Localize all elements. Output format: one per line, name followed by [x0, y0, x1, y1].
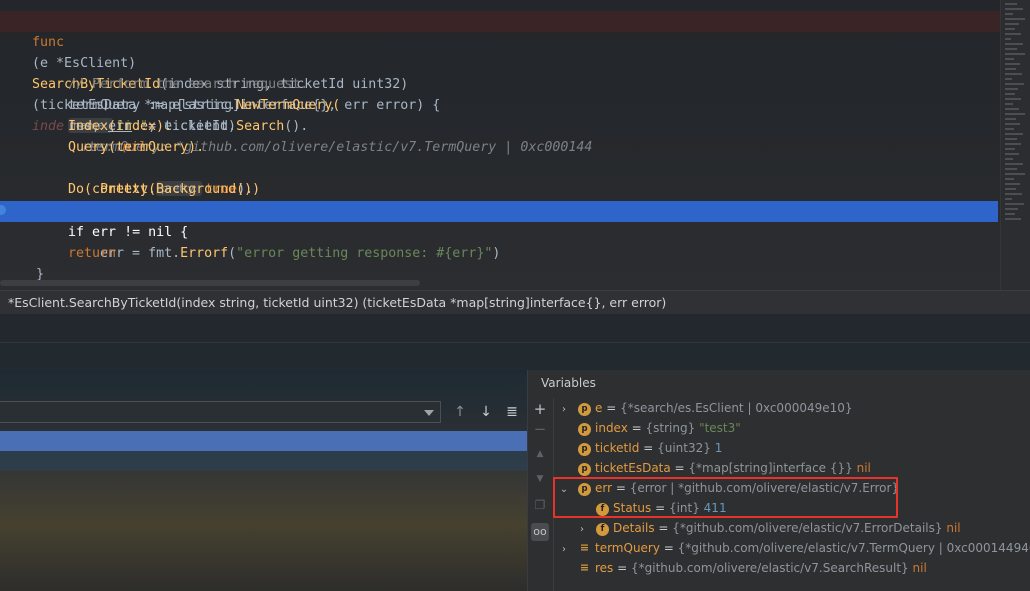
variable-name: ticketEsData: [595, 461, 671, 475]
fn-search: Search: [236, 119, 285, 134]
variable-name: termQuery: [595, 541, 660, 555]
index-line[interactable]: Index(index).: [68, 116, 172, 137]
minus-icon[interactable]: −: [531, 420, 549, 438]
variable-name: ticketId: [595, 441, 640, 455]
signature-status-bar: *EsClient.SearchByTicketId(index string,…: [0, 290, 1030, 314]
plus-icon[interactable]: +: [531, 400, 549, 418]
debug-tabs-bar: [0, 314, 1030, 342]
variable-value: nil: [946, 521, 961, 535]
field-icon: f: [596, 523, 609, 536]
parameter-icon: p: [578, 423, 591, 436]
horizontal-scrollbar[interactable]: [0, 280, 420, 286]
equals-sign: =: [654, 521, 673, 535]
stack-frame[interactable]: [0, 451, 527, 471]
equals-sign: =: [602, 401, 621, 415]
variable-type: {*github.com/olivere/elastic/v7.ErrorDet…: [672, 521, 947, 535]
editor-minimap[interactable]: [1000, 0, 1030, 290]
copy-icon[interactable]: ❐: [531, 496, 549, 514]
chevron-right-icon[interactable]: ›: [559, 540, 569, 560]
kw-func: func: [32, 35, 65, 50]
search-line[interactable]: res, err := e.client.Search(). res: nil: [36, 95, 308, 155]
comment-line[interactable]: // Perform the search request.: [36, 53, 308, 92]
variable-row-index[interactable]: p index = {string} "test3": [560, 418, 741, 438]
fn-errorf: Errorf: [180, 246, 229, 261]
variable-value: 1: [714, 441, 723, 455]
variable-row-e[interactable]: › p e = {*search/es.EsClient | 0xc000049e1…: [560, 398, 853, 418]
current-execution-line[interactable]: if err != nil {: [0, 201, 998, 240]
variable-type: {*github.com/olivere/elastic/v7.SearchRe…: [631, 561, 913, 575]
variable-name: Details: [613, 521, 655, 535]
equals-sign: =: [613, 561, 631, 575]
variable-type: {*search/es.EsClient | 0xc000049e10}: [620, 401, 853, 415]
termquery-line[interactable]: termQuery := elastic.NewTermQuery( name:…: [36, 74, 592, 155]
code-editor[interactable]: func (e *EsClient) SearchByTicketId(inde…: [0, 0, 1030, 290]
equals-sign: =: [627, 421, 646, 435]
do-line[interactable]: Do(context.Background()): [68, 179, 260, 200]
variables-title: Variables: [541, 376, 596, 390]
pretty-line[interactable]: Pretty(pretty: true).: [68, 158, 253, 197]
watches-icon[interactable]: oo: [531, 523, 549, 541]
frames-panel: ↑ ↓ ≣: [0, 370, 528, 591]
variable-type: {*map[string]interface {}}: [688, 461, 857, 475]
chevron-right-icon[interactable]: ›: [559, 400, 569, 420]
debug-toolbar: [0, 342, 1030, 370]
variable-value: "test3": [699, 421, 741, 435]
filter-frames-icon[interactable]: ≣: [503, 403, 521, 421]
variable-type: {uint32}: [657, 441, 715, 455]
equals-sign: =: [639, 441, 658, 455]
parameter-icon: p: [578, 403, 591, 416]
query-line[interactable]: Query(termQuery).: [68, 137, 204, 158]
variables-toolbar: + − ▲ ▼ ❐ oo: [528, 400, 552, 591]
frame-down-icon[interactable]: ↓: [477, 403, 495, 421]
down-icon[interactable]: ▼: [531, 470, 549, 488]
errorf-line[interactable]: err = fmt.Errorf("error getting response…: [68, 222, 500, 261]
parameter-icon: p: [578, 463, 591, 476]
function-signature-line[interactable]: func (e *EsClient) SearchByTicketId(inde…: [0, 11, 1000, 134]
return-line[interactable]: return: [68, 243, 116, 264]
variable-row-termquery[interactable]: › ≡ termQuery = {*github.com/olivere/elast…: [560, 538, 1030, 558]
variable-row-details[interactable]: › f Details = {*github.com/olivere/elastic…: [578, 518, 961, 538]
errorf-close: ): [492, 246, 501, 261]
equals-sign: =: [670, 461, 689, 475]
variable-name: res: [595, 561, 614, 575]
variable-value: nil: [856, 461, 871, 475]
errorf-string: "error getting response: #{err}": [236, 246, 493, 261]
equals-sign: =: [659, 541, 678, 555]
list-type-icon: ≡: [579, 561, 590, 574]
errorf-open: (: [228, 246, 237, 261]
variable-type: {*github.com/olivere/elastic/v7.TermQuer…: [677, 541, 1030, 555]
parameter-icon: p: [578, 443, 591, 456]
debug-tool-window: ↑ ↓ ≣ Variables + − ▲ ▼ ❐ oo › p e = {*sea…: [0, 314, 1030, 591]
variable-type: {string}: [645, 421, 700, 435]
search-tail: ().: [284, 119, 309, 134]
list-type-icon: ≡: [579, 541, 590, 554]
variable-name: index: [595, 421, 628, 435]
up-icon[interactable]: ▲: [531, 445, 549, 463]
variable-row-ticketid[interactable]: p ticketId = {uint32} 1: [560, 438, 722, 458]
variable-row-res[interactable]: ≡ res = {*github.com/olivere/elastic/v7.S…: [560, 558, 927, 578]
frame-up-icon[interactable]: ↑: [451, 403, 469, 421]
thread-selector[interactable]: [0, 401, 441, 423]
chevron-right-icon[interactable]: ›: [577, 520, 587, 540]
variable-row-ticketesdata[interactable]: p ticketEsData = {*map[string]interface {…: [560, 458, 871, 478]
variable-value: nil: [912, 561, 927, 575]
chevron-down-icon: [424, 410, 434, 416]
stack-frame-selected[interactable]: [0, 431, 527, 451]
highlight-annotation-box: [553, 477, 898, 518]
